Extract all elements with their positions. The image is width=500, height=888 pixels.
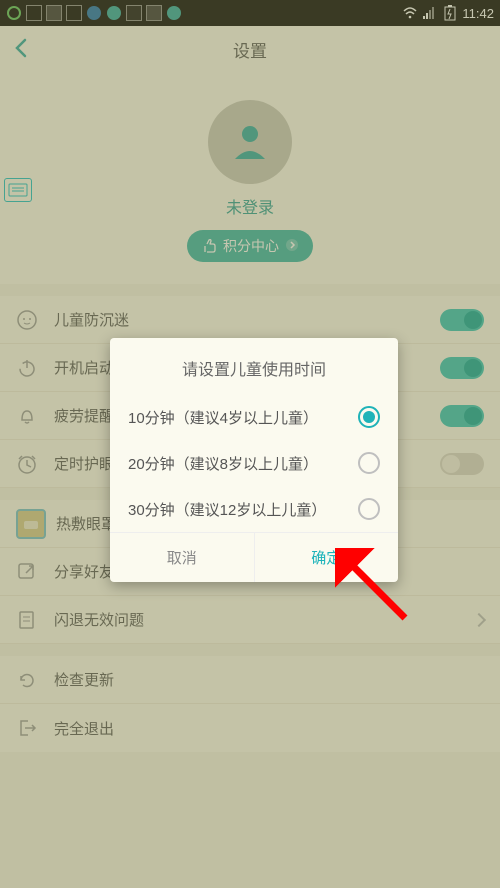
dialog-title: 请设置儿童使用时间 [110,338,398,394]
radio-button[interactable] [358,452,380,474]
option-10min[interactable]: 10分钟（建议4岁以上儿童） [110,394,398,440]
time-limit-dialog: 请设置儿童使用时间 10分钟（建议4岁以上儿童） 20分钟（建议8岁以上儿童） … [110,338,398,582]
option-label: 30分钟（建议12岁以上儿童） [128,499,326,520]
option-20min[interactable]: 20分钟（建议8岁以上儿童） [110,440,398,486]
dialog-actions: 取消 确定 [110,532,398,582]
option-30min[interactable]: 30分钟（建议12岁以上儿童） [110,486,398,532]
option-label: 20分钟（建议8岁以上儿童） [128,453,318,474]
radio-button[interactable] [358,406,380,428]
option-label: 10分钟（建议4岁以上儿童） [128,407,318,428]
radio-button[interactable] [358,498,380,520]
cancel-button[interactable]: 取消 [110,533,255,582]
ok-button[interactable]: 确定 [255,533,399,582]
